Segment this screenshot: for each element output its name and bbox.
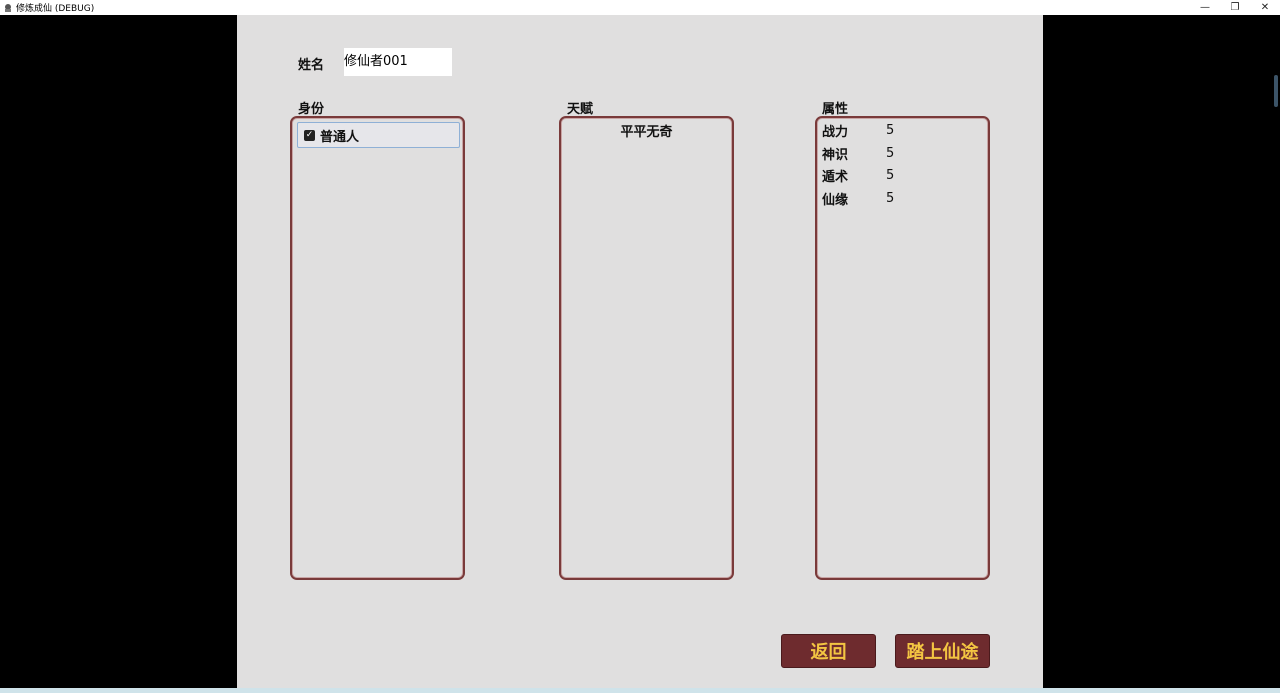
attributes-label: 属性	[822, 102, 849, 117]
window-controls: — ❐ ✕	[1190, 0, 1280, 15]
back-button[interactable]: 返回	[781, 634, 876, 668]
attribute-name: 神识	[822, 147, 849, 163]
attribute-name: 战力	[822, 124, 849, 140]
attribute-row: 战力 5	[822, 120, 894, 140]
attributes-list: 战力 5 神识 5 遁术 5 仙缘 5	[815, 116, 990, 580]
restore-icon: ❐	[1230, 2, 1240, 13]
attribute-value: 5	[886, 122, 895, 138]
checkbox-checked-icon[interactable]: ✓	[304, 129, 315, 141]
minimize-button[interactable]: —	[1190, 0, 1220, 15]
attribute-row: 神识 5	[822, 143, 894, 163]
close-button[interactable]: ✕	[1250, 0, 1280, 15]
window-titlebar: 修炼成仙 (DEBUG) — ❐ ✕	[0, 0, 1280, 15]
attribute-value: 5	[886, 145, 895, 161]
name-label: 姓名	[298, 58, 325, 73]
attribute-value: 5	[886, 190, 895, 206]
character-creation-panel: 姓名 修仙者001 身份 天赋 属性 ✓ 普通人 平平无奇 战力 5 神识 5 …	[237, 15, 1043, 688]
attribute-row: 仙缘 5	[822, 188, 894, 208]
talent-list: 平平无奇	[559, 116, 734, 580]
taskbar-edge	[0, 688, 1280, 693]
attribute-name: 遁术	[822, 169, 849, 185]
minimize-icon: —	[1200, 2, 1210, 13]
talent-label: 天赋	[567, 102, 594, 117]
name-input[interactable]: 修仙者001	[344, 48, 452, 76]
identity-option-label: 普通人	[320, 129, 360, 145]
identity-list: ✓ 普通人	[290, 116, 465, 580]
identity-option[interactable]: ✓ 普通人	[297, 122, 460, 148]
attribute-value: 5	[886, 167, 895, 183]
attribute-row: 遁术 5	[822, 165, 894, 185]
window-title: 修炼成仙 (DEBUG)	[16, 4, 95, 14]
app-icon	[3, 3, 13, 13]
restore-button[interactable]: ❐	[1220, 0, 1250, 15]
talent-item[interactable]: 平平无奇	[561, 121, 732, 140]
attribute-name: 仙缘	[822, 192, 849, 208]
identity-label: 身份	[298, 102, 325, 117]
scrollbar-thumb[interactable]	[1274, 75, 1278, 107]
close-icon: ✕	[1260, 2, 1270, 13]
start-journey-button[interactable]: 踏上仙途	[895, 634, 990, 668]
